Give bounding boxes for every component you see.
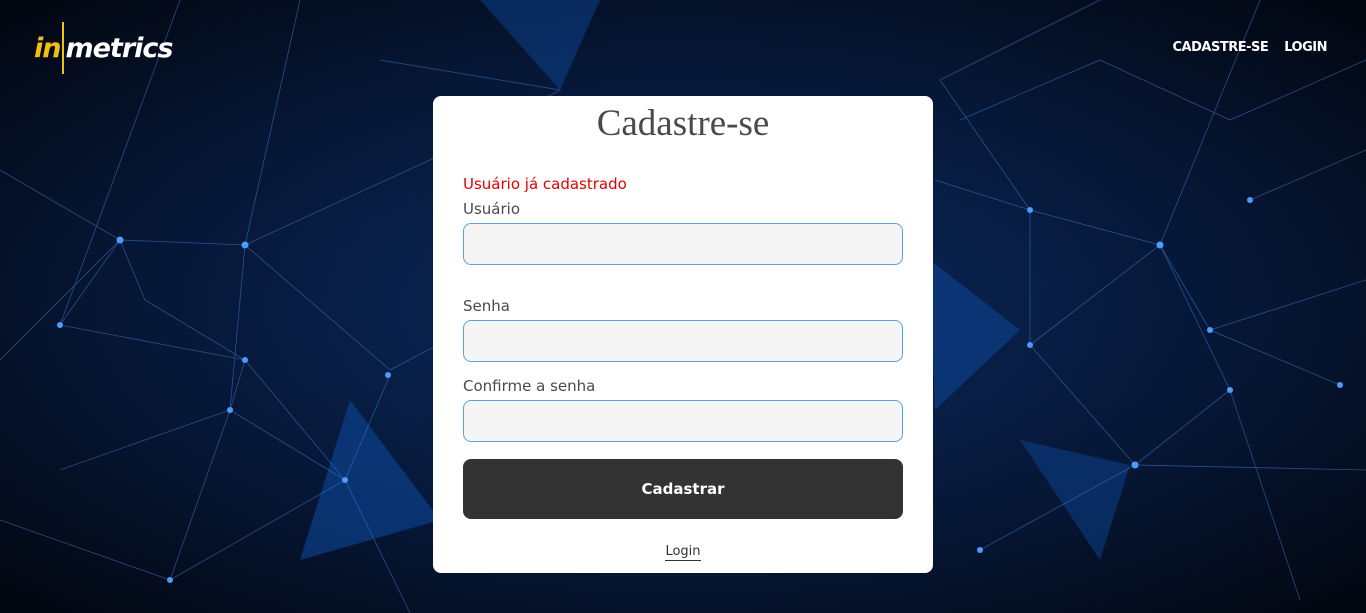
username-label: Usuário bbox=[463, 200, 521, 218]
inmetrics-logo[interactable]: in metrics bbox=[34, 22, 173, 74]
cadastrar-button[interactable]: Cadastrar bbox=[463, 459, 903, 519]
signup-card: Cadastre-se Usuário já cadastrado Usuári… bbox=[433, 96, 933, 573]
error-message: Usuário já cadastrado bbox=[463, 175, 627, 193]
top-navigation: CADASTRE-SE LOGIN bbox=[1173, 40, 1328, 55]
login-link[interactable]: Login bbox=[665, 544, 701, 561]
username-input[interactable] bbox=[463, 223, 903, 265]
confirm-password-input[interactable] bbox=[463, 400, 903, 442]
confirm-password-label: Confirme a senha bbox=[463, 377, 596, 395]
password-label: Senha bbox=[463, 297, 510, 315]
page-title: Cadastre-se bbox=[596, 103, 770, 144]
logo-metrics-text: metrics bbox=[65, 32, 173, 64]
nav-signup-link[interactable]: CADASTRE-SE bbox=[1173, 40, 1269, 55]
nav-login-link[interactable]: LOGIN bbox=[1284, 40, 1327, 55]
password-input[interactable] bbox=[463, 320, 903, 362]
logo-in-text: in bbox=[34, 32, 62, 64]
login-link-container: Login bbox=[433, 542, 933, 561]
logo-divider bbox=[62, 22, 65, 74]
